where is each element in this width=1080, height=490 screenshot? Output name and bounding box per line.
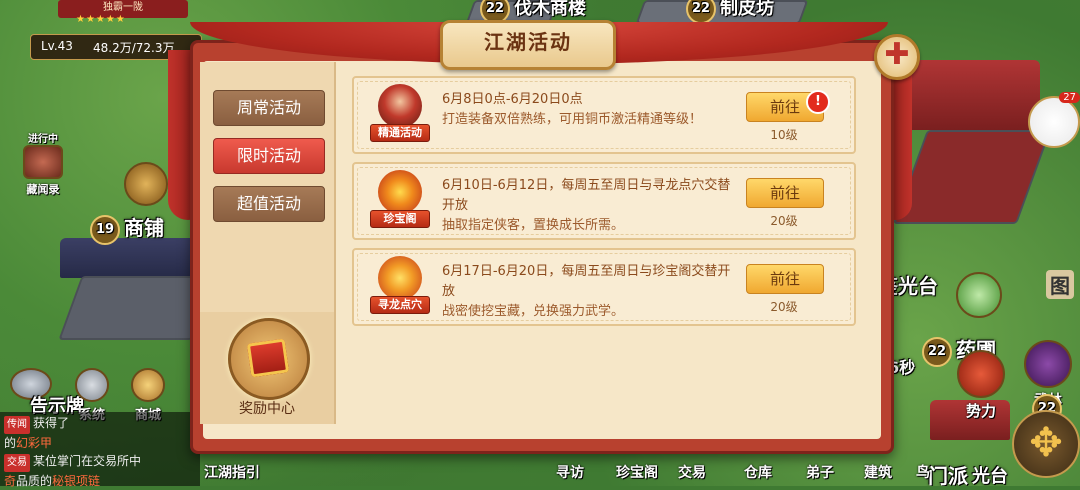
force-button[interactable]: 势力 bbox=[956, 350, 1006, 421]
dragon-hunt-icon bbox=[378, 256, 422, 300]
map-button[interactable]: 图 bbox=[1046, 270, 1074, 299]
chat-tag: 交易 bbox=[4, 454, 30, 472]
event-icon: 精通活动 bbox=[370, 84, 430, 144]
event-dates: 6月10日-6月12日，每周五至周日与寻龙点穴交替开放 bbox=[442, 178, 731, 213]
nav-treasure[interactable]: 珍宝阁 bbox=[616, 462, 658, 482]
gift-box-icon bbox=[228, 318, 310, 400]
shop-bag-icon bbox=[131, 368, 165, 402]
close-button[interactable]: ✚ bbox=[874, 34, 920, 80]
martial-icon bbox=[1024, 340, 1072, 388]
event-card: 珍宝阁 6月10日-6月12日，每周五至周日与寻龙点穴交替开放 抽取指定侠客，置… bbox=[352, 162, 856, 240]
reward-center-label: 奖励中心 bbox=[239, 401, 295, 417]
tab-value[interactable]: 超值活动 bbox=[213, 186, 325, 222]
nav-warehouse[interactable]: 仓库 bbox=[744, 462, 772, 482]
event-description: 6月8日0点-6月20日0点 打造装备双倍熟练，可用铜币激活精通等级！ bbox=[442, 90, 742, 130]
event-detail: 打造装备双倍熟练，可用铜币激活精通等级！ bbox=[442, 112, 703, 127]
tab-limited[interactable]: 限时活动 bbox=[213, 138, 325, 174]
player-exp: 48.2万/72.3万 bbox=[93, 41, 175, 55]
event-dates: 6月8日0点-6月20日0点 bbox=[442, 92, 583, 107]
event-record-button[interactable]: 进行中 藏闻录 bbox=[20, 130, 66, 197]
tab-weekly[interactable]: 周常活动 bbox=[213, 90, 325, 126]
building-label-shop[interactable]: 19 商铺 bbox=[90, 212, 164, 245]
player-stars: ★★★★★ bbox=[76, 14, 126, 25]
treasure-pavilion-icon bbox=[378, 170, 422, 214]
alert-icon: ! bbox=[806, 90, 830, 114]
level-requirement: 10级 bbox=[770, 128, 798, 142]
chat-line-1: 传闻 获得了 bbox=[4, 414, 196, 434]
modal-title-plate: 江湖活动 bbox=[440, 20, 616, 70]
gear-icon bbox=[75, 368, 109, 402]
event-detail: 抽取指定侠客，置换成长所需。 bbox=[442, 218, 625, 233]
nav-visit[interactable]: 寻访 bbox=[556, 462, 584, 482]
event-icon-caption: 寻龙点穴 bbox=[370, 296, 430, 314]
event-detail: 战密使挖宝藏，兑换强力武学。 bbox=[442, 304, 625, 319]
event-icon: 寻龙点穴 bbox=[370, 256, 430, 316]
event-icon-caption: 精通活动 bbox=[370, 124, 430, 142]
event-card: 寻龙点穴 6月17日-6月20日，每周五至周日与珍宝阁交替开放 战密使挖宝藏，兑… bbox=[352, 248, 856, 326]
chat-line-2: 交易 某位掌门在交易所中 bbox=[4, 452, 196, 472]
dpad-control[interactable] bbox=[1012, 410, 1080, 478]
event-dates: 6月17日-6月20日，每周五至周日与珍宝阁交替开放 bbox=[442, 264, 731, 299]
player-level: Lv.43 bbox=[41, 39, 73, 53]
level-requirement: 20级 bbox=[770, 214, 798, 228]
chat-tag: 传闻 bbox=[4, 416, 30, 434]
modal-title: 江湖活动 bbox=[484, 30, 572, 54]
level-requirement: 20级 bbox=[770, 300, 798, 314]
palace-building[interactable] bbox=[892, 130, 1052, 224]
palace-roof bbox=[900, 60, 1040, 130]
nav-trade[interactable]: 交易 bbox=[678, 462, 706, 482]
building-label-tannery[interactable]: 22 制皮坊 bbox=[686, 0, 774, 24]
book-icon bbox=[23, 145, 63, 179]
go-button[interactable]: 前往 bbox=[746, 178, 824, 208]
event-card: 精通活动 6月8日0点-6月20日0点 打造装备双倍熟练，可用铜币激活精通等级！… bbox=[352, 76, 856, 154]
master-craftsman-icon bbox=[378, 84, 422, 128]
chat-feed[interactable]: 传闻 获得了 的幻彩甲 交易 某位掌门在交易所中 奇品质的秘银项链 bbox=[0, 412, 200, 488]
event-icon-caption: 珍宝阁 bbox=[370, 210, 430, 228]
event-icon: 珍宝阁 bbox=[370, 170, 430, 230]
chat-bubble-button[interactable]: 27 bbox=[1028, 92, 1080, 148]
nav-bird[interactable]: 鸟 bbox=[916, 462, 930, 482]
nav-disciples[interactable]: 弟子 bbox=[806, 462, 834, 482]
nav-build[interactable]: 建筑 bbox=[864, 462, 892, 482]
coin-icon bbox=[124, 162, 168, 206]
force-icon bbox=[957, 350, 1005, 398]
event-description: 6月10日-6月12日，每周五至周日与寻龙点穴交替开放 抽取指定侠客，置换成长所… bbox=[442, 176, 742, 236]
leaf-icon bbox=[956, 272, 1002, 318]
nav-guide[interactable]: 江湖指引 bbox=[204, 462, 260, 482]
chat-line-2b: 奇品质的秘银项链 bbox=[4, 474, 101, 488]
notification-count-badge: 27 bbox=[1059, 92, 1080, 103]
go-button[interactable]: 前往 bbox=[746, 264, 824, 294]
reward-center-button[interactable]: 奖励中心 bbox=[200, 312, 334, 424]
chat-line-1b: 的幻彩甲 bbox=[4, 436, 53, 450]
event-description: 6月17日-6月20日，每周五至周日与珍宝阁交替开放 战密使挖宝藏，兑换强力武学… bbox=[442, 262, 742, 322]
